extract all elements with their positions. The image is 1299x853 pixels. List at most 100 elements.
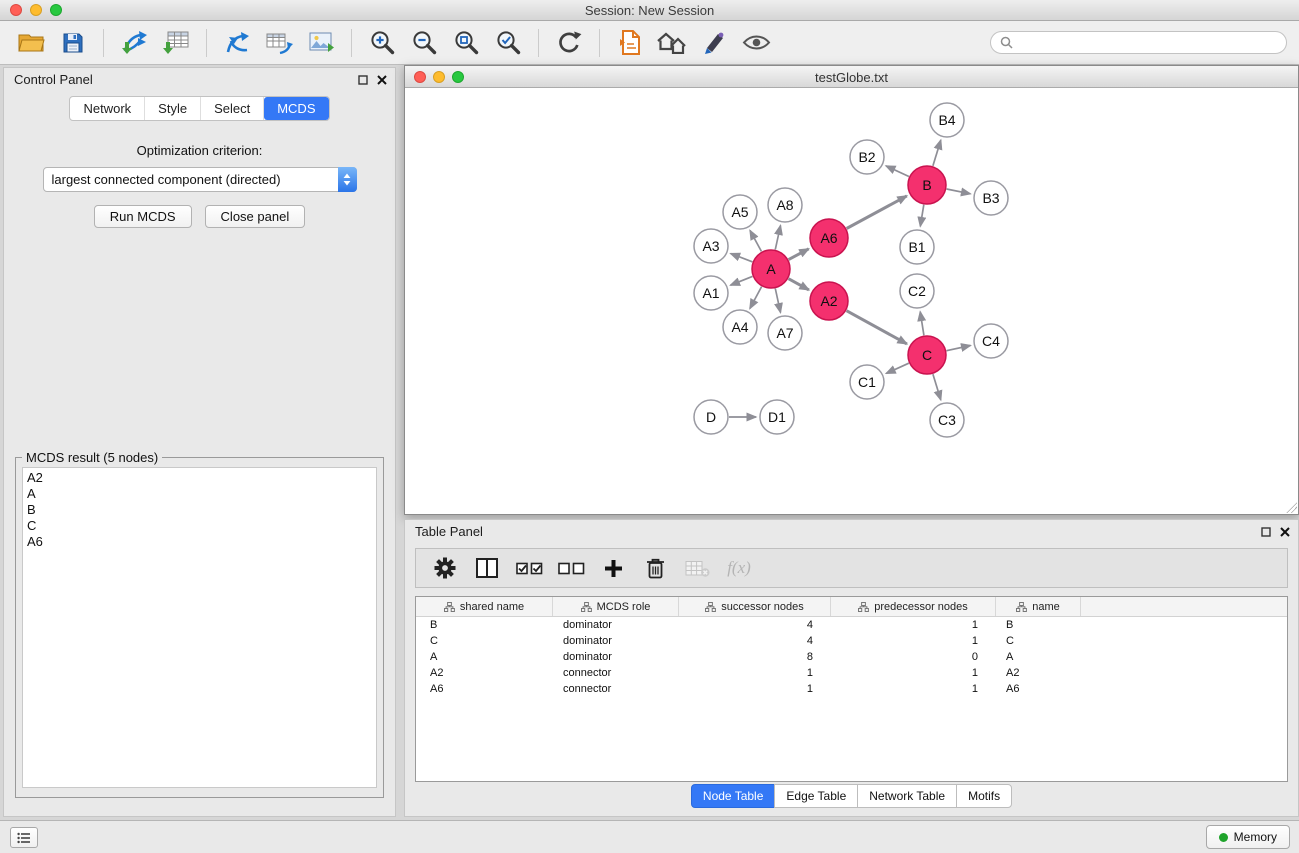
edge-B-B2[interactable] <box>886 166 909 177</box>
edge-C-C4[interactable] <box>947 346 971 351</box>
node-A2[interactable]: A2 <box>810 282 848 320</box>
table-row[interactable]: Adominator80A <box>416 649 1287 665</box>
edge-A-A6[interactable] <box>789 249 809 260</box>
node-C2[interactable]: C2 <box>900 274 934 308</box>
table-cell[interactable]: 1 <box>831 683 996 695</box>
table-cell[interactable]: 1 <box>679 667 831 679</box>
edge-A6-B[interactable] <box>847 196 907 229</box>
node-C3[interactable]: C3 <box>930 403 964 437</box>
zoom-out-button[interactable] <box>403 24 445 62</box>
table-cell[interactable]: A6 <box>416 683 553 695</box>
node-B4[interactable]: B4 <box>930 103 964 137</box>
edge-A-A4[interactable] <box>750 287 762 309</box>
node-A5[interactable]: A5 <box>723 195 757 229</box>
edge-A-A2[interactable] <box>789 279 809 290</box>
node-A1[interactable]: A1 <box>694 276 728 310</box>
column-header-successor-nodes[interactable]: successor nodes <box>679 597 831 616</box>
edge-B-B1[interactable] <box>920 205 924 227</box>
home-button[interactable] <box>651 24 693 62</box>
table-cell[interactable]: A2 <box>996 667 1081 679</box>
refresh-layout-button[interactable] <box>548 24 590 62</box>
table-cell[interactable]: connector <box>553 667 679 679</box>
zoom-in-button[interactable] <box>361 24 403 62</box>
table-row[interactable]: A2connector11A2 <box>416 665 1287 681</box>
export-image-button[interactable] <box>300 24 342 62</box>
table-cell[interactable]: connector <box>553 683 679 695</box>
table-row[interactable]: Bdominator41B <box>416 617 1287 633</box>
new-network-button[interactable] <box>216 24 258 62</box>
open-session-button[interactable] <box>10 24 52 62</box>
network-graph[interactable]: B4B2BB3A5A8A6B1A3AC2A1A2A4A7C4CC1C3DD1 <box>405 88 1298 514</box>
table-cell[interactable]: 1 <box>679 683 831 695</box>
memory-button[interactable]: Memory <box>1206 825 1290 849</box>
tab-network[interactable]: Network <box>70 97 145 120</box>
node-B2[interactable]: B2 <box>850 140 884 174</box>
tab-select[interactable]: Select <box>201 97 264 120</box>
new-network-table-button[interactable] <box>258 24 300 62</box>
close-panel-icon[interactable] <box>377 73 387 88</box>
node-D1[interactable]: D1 <box>760 400 794 434</box>
table-cell[interactable]: A6 <box>996 683 1081 695</box>
search-field[interactable] <box>990 31 1287 54</box>
resize-grip[interactable] <box>1284 500 1297 513</box>
table-cell[interactable]: 4 <box>679 619 831 631</box>
table-cell[interactable]: B <box>416 619 553 631</box>
node-B1[interactable]: B1 <box>900 230 934 264</box>
edge-A-A7[interactable] <box>775 289 780 313</box>
table-close-panel-icon[interactable] <box>1280 525 1290 540</box>
mcds-result-list[interactable]: A2ABCA6 <box>22 467 377 788</box>
tab-edge-table[interactable]: Edge Table <box>774 784 858 808</box>
float-panel-icon[interactable] <box>358 73 368 88</box>
table-cell[interactable]: B <box>996 619 1081 631</box>
node-D[interactable]: D <box>694 400 728 434</box>
edge-B-B3[interactable] <box>947 189 971 194</box>
edge-C-C2[interactable] <box>920 312 924 336</box>
style-brush-button[interactable] <box>693 24 735 62</box>
edge-A-A1[interactable] <box>731 276 753 285</box>
node-A8[interactable]: A8 <box>768 188 802 222</box>
tab-motifs[interactable]: Motifs <box>956 784 1012 808</box>
task-history-button[interactable] <box>10 827 38 848</box>
table-cell[interactable]: C <box>416 635 553 647</box>
add-row-button[interactable] <box>596 552 630 584</box>
table-cell[interactable]: dominator <box>553 651 679 663</box>
table-cell[interactable]: 4 <box>679 635 831 647</box>
save-session-button[interactable] <box>52 24 94 62</box>
node-C[interactable]: C <box>908 336 946 374</box>
node-B[interactable]: B <box>908 166 946 204</box>
table-cell[interactable]: A2 <box>416 667 553 679</box>
search-input[interactable] <box>1018 36 1277 50</box>
node-C1[interactable]: C1 <box>850 365 884 399</box>
table-cell[interactable]: 0 <box>831 651 996 663</box>
column-header-MCDS-role[interactable]: MCDS role <box>553 597 679 616</box>
node-A7[interactable]: A7 <box>768 316 802 350</box>
tab-network-table[interactable]: Network Table <box>857 784 957 808</box>
edge-C-C1[interactable] <box>886 363 909 373</box>
zoom-fit-button[interactable] <box>445 24 487 62</box>
column-header-shared-name[interactable]: shared name <box>416 597 553 616</box>
columns-button[interactable] <box>470 552 504 584</box>
result-item[interactable]: A <box>27 486 372 502</box>
edge-C-C3[interactable] <box>933 374 941 400</box>
tab-node-table[interactable]: Node Table <box>691 784 776 808</box>
edge-A2-C[interactable] <box>847 311 907 344</box>
deselect-all-button[interactable] <box>554 552 588 584</box>
table-cell[interactable]: A <box>996 651 1081 663</box>
network-window-titlebar[interactable]: testGlobe.txt <box>405 66 1298 88</box>
tab-mcds[interactable]: MCDS <box>264 97 328 120</box>
close-panel-button[interactable]: Close panel <box>205 205 306 228</box>
table-cell[interactable]: dominator <box>553 619 679 631</box>
table-cell[interactable]: 1 <box>831 619 996 631</box>
edge-B-B4[interactable] <box>933 140 941 166</box>
result-item[interactable]: B <box>27 502 372 518</box>
function-builder-button[interactable]: f(x) <box>722 552 756 584</box>
table-row[interactable]: A6connector11A6 <box>416 681 1287 697</box>
zoom-selected-button[interactable] <box>487 24 529 62</box>
open-document-button[interactable] <box>609 24 651 62</box>
tab-style[interactable]: Style <box>145 97 201 120</box>
edge-A-A5[interactable] <box>750 230 761 251</box>
table-cell[interactable]: 1 <box>831 667 996 679</box>
node-B3[interactable]: B3 <box>974 181 1008 215</box>
table-row[interactable]: Cdominator41C <box>416 633 1287 649</box>
show-hide-graphics-button[interactable] <box>735 24 777 62</box>
